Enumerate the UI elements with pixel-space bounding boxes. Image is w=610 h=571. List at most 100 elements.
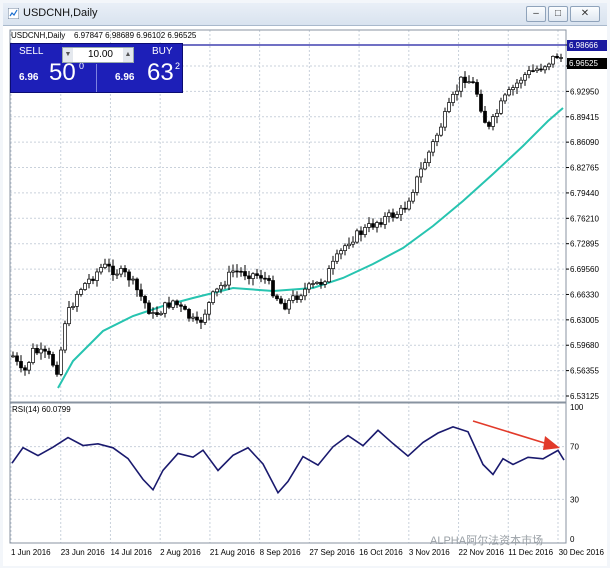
price-tick-label: 6.89415 <box>570 113 599 122</box>
chart-window-titlebar[interactable]: USDCNH,Daily – □ ✕ <box>3 3 607 26</box>
candle-body <box>183 305 187 310</box>
candle-body <box>83 283 87 290</box>
candle-body <box>459 76 463 92</box>
rsi-label: RSI(14) 60.0799 <box>12 405 71 414</box>
candle-body <box>547 63 551 68</box>
close-icon: ✕ <box>580 8 590 19</box>
candle-body <box>235 270 239 273</box>
candle-body <box>103 263 107 268</box>
date-tick-label: 1 Jun 2016 <box>11 548 51 557</box>
candle-body <box>527 70 531 75</box>
price-tick-label: 6.92950 <box>570 87 599 96</box>
date-tick-label: 3 Nov 2016 <box>409 548 450 557</box>
candle-body <box>351 241 355 245</box>
candle-body <box>403 207 407 210</box>
candle-body <box>135 278 139 291</box>
candle-body <box>31 348 35 363</box>
candle-body <box>515 82 519 88</box>
candle-body <box>511 87 515 90</box>
candle-body <box>287 300 291 310</box>
candle-body <box>59 349 63 375</box>
candle-body <box>311 283 315 285</box>
date-tick-label: 23 Jun 2016 <box>61 548 106 557</box>
date-tick-label: 22 Nov 2016 <box>459 548 505 557</box>
candle-body <box>559 57 563 59</box>
candle-body <box>519 79 523 84</box>
candle-body <box>215 288 219 293</box>
candle-body <box>339 250 343 255</box>
candle-body <box>415 176 419 193</box>
candle-body <box>131 278 135 281</box>
candle-body <box>471 81 475 84</box>
candle-body <box>283 302 287 310</box>
candle-body <box>363 227 367 235</box>
candle-body <box>279 298 283 304</box>
candle-body <box>355 230 359 243</box>
candle-body <box>503 94 507 102</box>
price-tick-label: 6.69560 <box>570 265 599 274</box>
candle-body <box>99 267 103 273</box>
candle-body <box>483 110 487 123</box>
chart-area[interactable]: 6.955256.929506.894156.860906.827656.794… <box>3 26 607 566</box>
candle-body <box>467 81 471 84</box>
candle-body <box>487 122 491 127</box>
rsi-tick-label: 100 <box>570 403 584 412</box>
candle-body <box>179 304 183 307</box>
candle-body <box>491 116 495 127</box>
candle-body <box>435 134 439 142</box>
candle-body <box>159 312 163 315</box>
date-tick-label: 14 Jul 2016 <box>110 548 152 557</box>
candle-body <box>263 277 267 280</box>
candle-body <box>391 212 395 218</box>
candle-body <box>535 68 539 71</box>
candle-body <box>451 94 455 103</box>
candle-body <box>75 293 79 307</box>
window-title: USDCNH,Daily <box>23 7 98 19</box>
volume-input[interactable]: ▼ 10.00 ▲ <box>62 47 134 63</box>
candle-body <box>191 316 195 319</box>
candle-body <box>79 289 83 295</box>
candle-body <box>63 323 67 351</box>
candle-body <box>555 55 559 59</box>
restore-icon: □ <box>554 8 562 19</box>
candle-body <box>523 74 527 81</box>
price-chart[interactable]: 6.955256.929506.894156.860906.827656.794… <box>3 26 607 566</box>
candle-body <box>155 312 159 315</box>
candle-body <box>139 289 143 297</box>
chart-symbol-label: USDCNH,Daily <box>11 31 65 40</box>
minimize-icon: – <box>533 8 539 19</box>
candle-body <box>307 283 311 290</box>
candle-body <box>323 281 327 285</box>
candle-body <box>443 111 447 128</box>
minimize-button[interactable]: – <box>526 6 546 22</box>
candle-body <box>543 66 547 71</box>
candle-body <box>387 212 391 217</box>
candle-body <box>227 271 231 286</box>
candle-body <box>87 278 91 284</box>
candle-body <box>375 222 379 228</box>
close-button[interactable]: ✕ <box>570 6 600 22</box>
one-click-trade-panel: SELL 6.96 50 0 BUY 6.96 63 2 ▼ 10.00 ▲ <box>10 43 183 93</box>
candle-body <box>119 268 123 275</box>
price-tick-label: 6.76210 <box>570 214 599 223</box>
restore-button[interactable]: □ <box>548 6 568 22</box>
candle-body <box>315 281 319 284</box>
candle-body <box>495 112 499 117</box>
sell-price-prefix: 6.96 <box>19 72 39 83</box>
volume-decrease-icon[interactable]: ▼ <box>63 48 73 62</box>
candle-body <box>239 270 243 273</box>
volume-increase-icon[interactable]: ▲ <box>123 48 133 62</box>
buy-label: BUY <box>152 46 173 57</box>
candle-body <box>111 265 115 276</box>
candle-body <box>271 280 275 297</box>
candle-body <box>259 275 263 279</box>
candle-body <box>47 350 51 355</box>
date-tick-label: 11 Dec 2016 <box>508 548 553 557</box>
candle-body <box>455 90 459 95</box>
candle-body <box>15 355 19 362</box>
price-tick-label: 6.82765 <box>570 164 599 173</box>
buy-price-big: 63 <box>147 59 174 86</box>
candle-body <box>11 355 15 358</box>
price-tick-label: 6.56355 <box>570 367 599 376</box>
candle-body <box>399 207 403 215</box>
